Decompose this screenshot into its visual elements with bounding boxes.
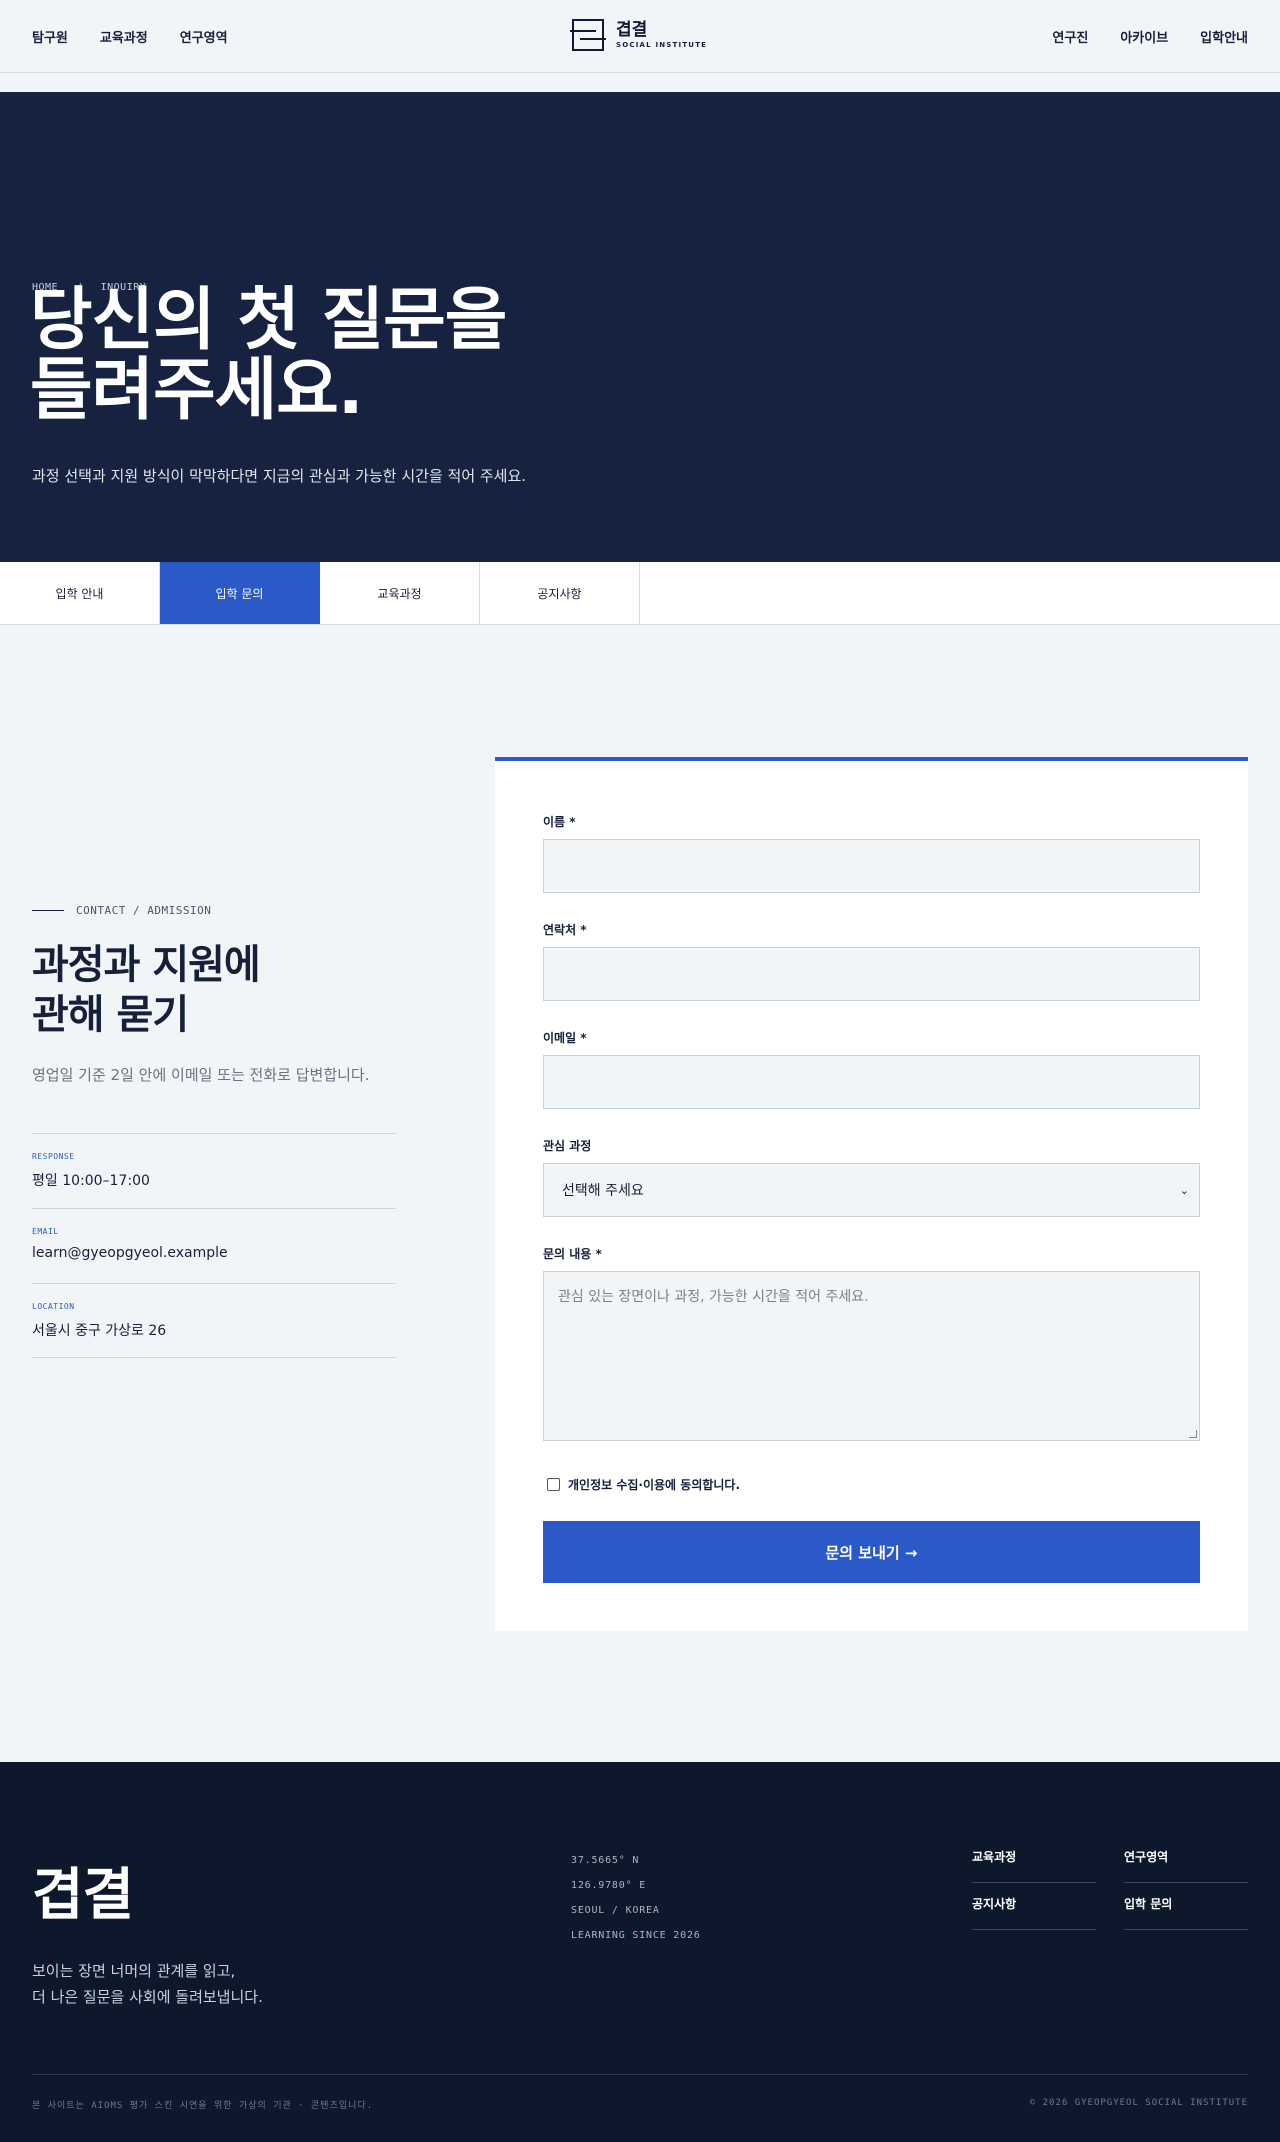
footer-tagline: 보이는 장면 너머의 관계를 읽고, 더 나은 질문을 사회에 돌려보냅니다. [32, 1958, 263, 2010]
nav-item-faculty[interactable]: 연구진 [1052, 27, 1088, 46]
contact-title: 과정과 지원에 관해 묻기 [32, 940, 261, 1040]
sub-nav-tabs: 입학 안내 입학 문의 교육과정 공지사항 [0, 562, 1280, 625]
tab-admission-inquiry[interactable]: 입학 문의 [160, 562, 320, 624]
info-row-location: LOCATION 서울시 중구 가상로 26 [32, 1283, 396, 1358]
privacy-consent: 개인정보 수집·이용에 동의합니다. [547, 1476, 740, 1493]
site-logo[interactable]: 겹결 SOCIAL INSTITUTE [570, 18, 707, 52]
footer-copyright: © 2026 GYEOPGYEOL SOCIAL INSTITUTE [1029, 2098, 1248, 2108]
nav-item-research-areas[interactable]: 연구영역 [180, 27, 228, 46]
tab-admission-guide[interactable]: 입학 안내 [0, 562, 160, 624]
site-header: 탐구원 교육과정 연구영역 겹결 SOCIAL INSTITUTE 연구진 아카… [0, 0, 1280, 73]
footer-logo: 겹결 [32, 1863, 134, 1928]
footer-coordinates: 37.5665° N 126.9780° E SEOUL / KOREA LEA… [571, 1848, 701, 1948]
footer-note: 본 사이트는 AIOMS 평가 스킨 시연을 위한 가상의 기관 · 콘텐츠입니… [32, 2101, 374, 2111]
coord-longitude: 126.9780° E [571, 1880, 647, 1891]
resize-handle-icon[interactable] [1189, 1430, 1197, 1438]
page-title-line2: 들려주세요. [30, 351, 364, 430]
logo-mark-icon [570, 19, 606, 51]
name-label: 이름 * [543, 815, 576, 829]
nav-item-archive[interactable]: 아카이브 [1120, 27, 1168, 46]
footer-divider [32, 2074, 1248, 2075]
info-value: 평일 10:00–17:00 [32, 1173, 150, 1189]
info-label: LOCATION [32, 1302, 75, 1311]
info-value: 서울시 중구 가상로 26 [32, 1323, 167, 1339]
footer-link-notices[interactable]: 공지사항 [972, 1883, 1096, 1930]
phone-label: 연락처 * [543, 923, 587, 937]
info-label: EMAIL [32, 1227, 59, 1236]
nav-item-admission[interactable]: 입학안내 [1200, 27, 1248, 46]
page-title-line1: 당신의 첫 질문을 [30, 281, 507, 360]
tab-notices[interactable]: 공지사항 [480, 562, 640, 624]
contact-eyebrow: CONTACT / ADMISSION [32, 904, 211, 917]
submit-button-label: 문의 보내기 → [825, 1543, 918, 1562]
course-select-value: 선택해 주세요 [562, 1183, 644, 1199]
nav-item-institute[interactable]: 탐구원 [32, 27, 68, 46]
contact-info-list: RESPONSE 평일 10:00–17:00 EMAIL learn@gyeo… [32, 1133, 396, 1358]
message-label: 문의 내용 * [543, 1247, 602, 1261]
contact-title-line2: 관해 묻기 [32, 992, 189, 1038]
contact-title-line1: 과정과 지원에 [32, 942, 261, 988]
info-value[interactable]: learn@gyeopgyeol.example [32, 1245, 396, 1261]
contact-description: 영업일 기준 2일 안에 이메일 또는 전화로 답변합니다. [32, 1066, 370, 1084]
nav-item-curriculum[interactable]: 교육과정 [100, 27, 148, 46]
privacy-consent-checkbox[interactable] [547, 1478, 560, 1491]
footer-link-research[interactable]: 연구영역 [1124, 1836, 1248, 1883]
site-footer: 겹결 보이는 장면 너머의 관계를 읽고, 더 나은 질문을 사회에 돌려보냅니… [0, 1762, 1280, 2142]
footer-tagline-line1: 보이는 장면 너머의 관계를 읽고, [32, 1962, 236, 1980]
name-input[interactable] [543, 839, 1200, 893]
info-row-response: RESPONSE 평일 10:00–17:00 [32, 1133, 396, 1208]
footer-link-inquiry[interactable]: 입학 문의 [1124, 1883, 1248, 1930]
email-label: 이메일 * [543, 1031, 587, 1045]
hero-description: 과정 선택과 지원 방식이 막막하다면 지금의 관심과 가능한 시간을 적어 주… [32, 467, 527, 485]
footer-tagline-line2: 더 나은 질문을 사회에 돌려보냅니다. [32, 1988, 263, 2006]
email-input[interactable] [543, 1055, 1200, 1109]
primary-nav-right: 연구진 아카이브 입학안내 [1052, 27, 1248, 46]
chevron-down-icon: ⌄ [1179, 1183, 1189, 1197]
course-select[interactable]: 선택해 주세요 ⌄ [543, 1163, 1200, 1217]
logo-text: 겹결 SOCIAL INSTITUTE [616, 21, 707, 49]
primary-nav-left: 탐구원 교육과정 연구영역 [32, 27, 228, 46]
message-placeholder: 관심 있는 장면이나 과정, 가능한 시간을 적어 주세요. [558, 1289, 869, 1305]
info-label: RESPONSE [32, 1152, 75, 1161]
eyebrow-text: CONTACT / ADMISSION [76, 904, 212, 917]
submit-button[interactable]: 문의 보내기 → [543, 1521, 1200, 1583]
page-title: 당신의 첫 질문을 들려주세요. [30, 286, 730, 426]
footer-links: 교육과정 연구영역 공지사항 입학 문의 [972, 1836, 1248, 1930]
tab-curriculum[interactable]: 교육과정 [320, 562, 480, 624]
phone-input[interactable] [543, 947, 1200, 1001]
hero-section: HOME / INQUIRY 당신의 첫 질문을 들려주세요. 과정 선택과 지… [0, 92, 1280, 562]
message-textarea[interactable]: 관심 있는 장면이나 과정, 가능한 시간을 적어 주세요. [543, 1271, 1200, 1441]
coord-latitude: 37.5665° N [571, 1855, 640, 1866]
logo-subtitle: SOCIAL INSTITUTE [616, 41, 708, 49]
inquiry-form: 이름 * 연락처 * 이메일 * 관심 과정 선택해 주세요 ⌄ 문의 내용 *… [495, 757, 1248, 1631]
course-label: 관심 과정 [543, 1139, 592, 1153]
logo-name: 겹결 [616, 20, 648, 40]
eyebrow-line [32, 910, 64, 911]
coord-since: LEARNING SINCE 2026 [571, 1930, 701, 1941]
privacy-consent-label[interactable]: 개인정보 수집·이용에 동의합니다. [568, 1476, 740, 1493]
info-row-email: EMAIL learn@gyeopgyeol.example [32, 1208, 396, 1283]
coord-city: SEOUL / KOREA [571, 1905, 660, 1916]
footer-link-curriculum[interactable]: 교육과정 [972, 1836, 1096, 1883]
